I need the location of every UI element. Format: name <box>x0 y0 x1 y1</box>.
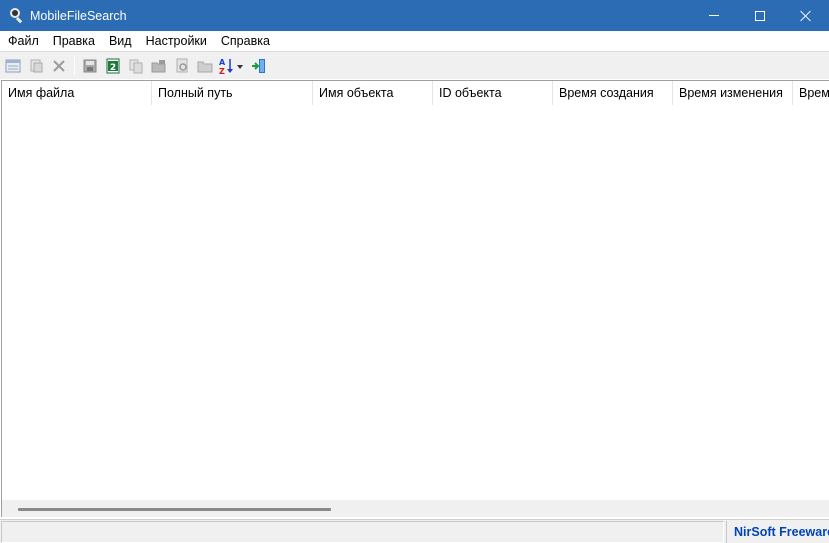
nirsoft-link[interactable]: NirSoft Freeware <box>726 521 829 543</box>
minimize-icon <box>709 15 719 16</box>
save-button[interactable] <box>79 55 101 77</box>
excel-icon: 2 <box>106 58 120 73</box>
column-header-time[interactable]: Время <box>793 81 829 105</box>
column-header-filename[interactable]: Имя файла <box>2 81 152 105</box>
svg-text:A: A <box>219 58 226 67</box>
column-header-full-path[interactable]: Полный путь <box>152 81 313 105</box>
copy-button[interactable] <box>125 55 147 77</box>
column-header-object-name[interactable]: Имя объекта <box>313 81 433 105</box>
exit-button[interactable] <box>248 55 270 77</box>
open-folder-icon <box>151 59 166 72</box>
column-header-object-id[interactable]: ID объекта <box>433 81 553 105</box>
menu-bar: Файл Правка Вид Настройки Справка <box>0 31 829 51</box>
minimize-button[interactable] <box>691 0 737 31</box>
toolbar-separator <box>74 56 75 75</box>
scrollbar-thumb[interactable] <box>18 508 331 511</box>
horizontal-scrollbar[interactable] <box>2 500 829 517</box>
menu-file[interactable]: Файл <box>1 31 46 51</box>
close-button[interactable] <box>783 0 829 31</box>
maximize-icon <box>755 10 765 21</box>
copy-icon <box>129 59 143 73</box>
maximize-button[interactable] <box>737 0 783 31</box>
list-header: Имя файла Полный путь Имя объекта ID объ… <box>2 81 829 105</box>
close-icon <box>800 10 812 22</box>
window-controls <box>691 0 829 31</box>
save-icon <box>83 59 97 72</box>
svg-text:2: 2 <box>110 63 116 73</box>
file-list[interactable]: Имя файла Полный путь Имя объекта ID объ… <box>1 80 829 517</box>
menu-view[interactable]: Вид <box>102 31 139 51</box>
app-search-icon <box>9 7 25 24</box>
title-bar[interactable]: MobileFileSearch <box>0 0 829 31</box>
copy-selected-button[interactable] <box>25 55 47 77</box>
folder-button[interactable] <box>194 55 216 77</box>
status-bar: NirSoft Freeware <box>0 519 829 543</box>
exit-icon <box>252 58 265 73</box>
find-button[interactable] <box>171 55 193 77</box>
folder-icon <box>197 61 213 72</box>
delete-icon <box>53 59 65 72</box>
menu-help[interactable]: Справка <box>214 31 277 51</box>
properties-button[interactable] <box>2 55 24 77</box>
svg-text:Z: Z <box>219 67 225 75</box>
open-folder-button[interactable] <box>148 55 170 77</box>
sort-button[interactable]: AZ <box>217 55 247 77</box>
delete-button[interactable] <box>48 55 70 77</box>
window-title: MobileFileSearch <box>30 8 127 23</box>
properties-icon <box>5 59 21 72</box>
export-excel-button[interactable]: 2 <box>102 55 124 77</box>
toolbar: 2 AZ <box>0 51 829 79</box>
menu-options[interactable]: Настройки <box>139 31 214 51</box>
menu-edit[interactable]: Правка <box>46 31 102 51</box>
column-header-created-time[interactable]: Время создания <box>553 81 673 105</box>
find-icon <box>176 58 188 72</box>
column-header-modified-time[interactable]: Время изменения <box>673 81 793 105</box>
copy-selected-icon <box>30 59 43 72</box>
sort-icon: AZ <box>219 58 243 75</box>
status-cell <box>1 521 724 543</box>
